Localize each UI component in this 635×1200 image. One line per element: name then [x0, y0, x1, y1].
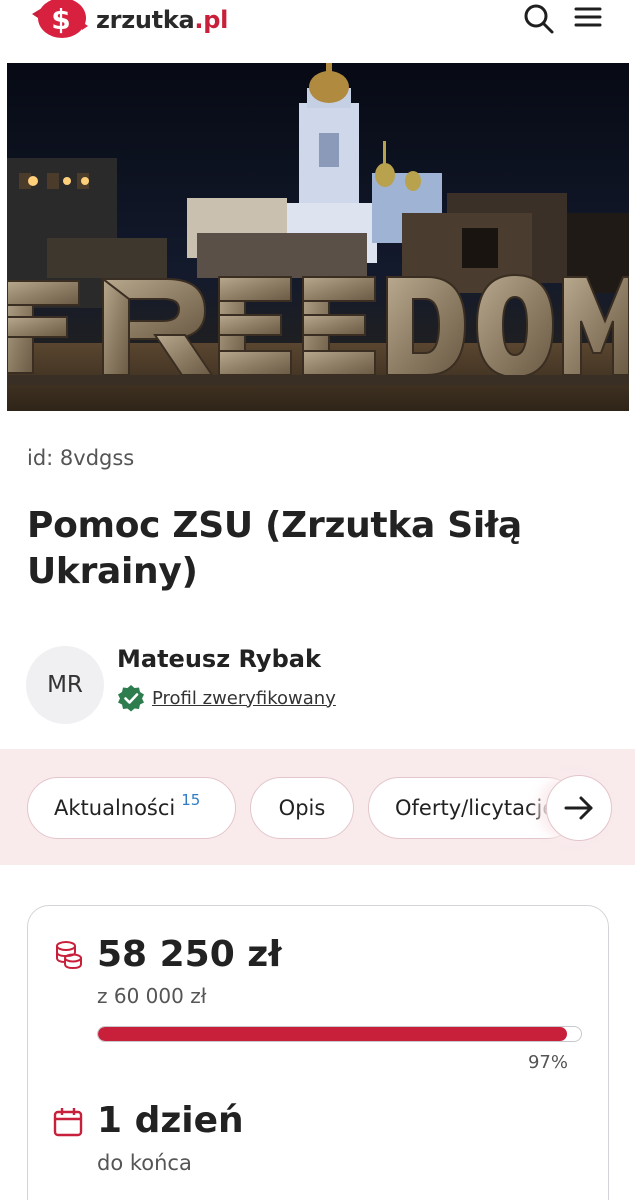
- search-icon[interactable]: [522, 2, 556, 36]
- tab-news-label: Aktualności: [54, 796, 176, 820]
- site-logo[interactable]: $ zrzutka.pl: [28, 0, 228, 40]
- arrow-right-icon: [564, 796, 593, 820]
- author-name[interactable]: Mateusz Rybak: [117, 645, 321, 673]
- days-left: 1 dzień: [97, 1100, 244, 1141]
- tab-description[interactable]: Opis: [250, 777, 354, 839]
- tab-offers-label: Oferty/licytacje: [395, 796, 556, 820]
- top-header: $ zrzutka.pl: [0, 0, 635, 60]
- hero-illustration: [7, 63, 629, 411]
- verified-badge-icon: [118, 685, 144, 712]
- hero-photo: [7, 63, 629, 411]
- verified-profile-link[interactable]: Profil zweryfikowany: [152, 688, 336, 709]
- tab-description-label: Opis: [278, 796, 326, 820]
- svg-text:$: $: [51, 3, 70, 36]
- verified-profile[interactable]: Profil zweryfikowany: [117, 684, 336, 712]
- goal-amount: z 60 000 zł: [97, 984, 207, 1008]
- tab-news-count-badge: 15: [181, 791, 201, 809]
- days-left-label: do końca: [97, 1151, 192, 1175]
- page: $ zrzutka.pl id: 8vdgss Pomoc ZSU (Zrzut…: [0, 0, 635, 1200]
- avatar-initials: MR: [47, 672, 83, 698]
- project-id: id: 8vdgss: [27, 446, 135, 470]
- coins-icon: [56, 941, 82, 970]
- hamburger-menu-icon[interactable]: [572, 2, 606, 36]
- progress-bar-fill: [98, 1027, 567, 1041]
- logo-wordmark: zrzutka.pl: [96, 6, 229, 34]
- funding-summary-card: 58 250 zł z 60 000 zł 97% 1 dzień do koń…: [27, 905, 609, 1200]
- progress-bar: [97, 1026, 582, 1042]
- piggy-bank-logo-icon: $: [32, 0, 88, 38]
- tabs-scroll-next-button[interactable]: [546, 775, 612, 841]
- progress-percent: 97%: [527, 1052, 568, 1073]
- tab-news[interactable]: Aktualności 15: [27, 777, 236, 839]
- calendar-icon: [53, 1108, 83, 1137]
- tabs-bar: Aktualności 15 Opis Oferty/licytacje: [0, 749, 635, 865]
- avatar[interactable]: MR: [26, 646, 104, 724]
- amount-raised: 58 250 zł: [97, 934, 282, 975]
- page-title: Pomoc ZSU (Zrzutka Siłą Ukrainy): [27, 505, 522, 592]
